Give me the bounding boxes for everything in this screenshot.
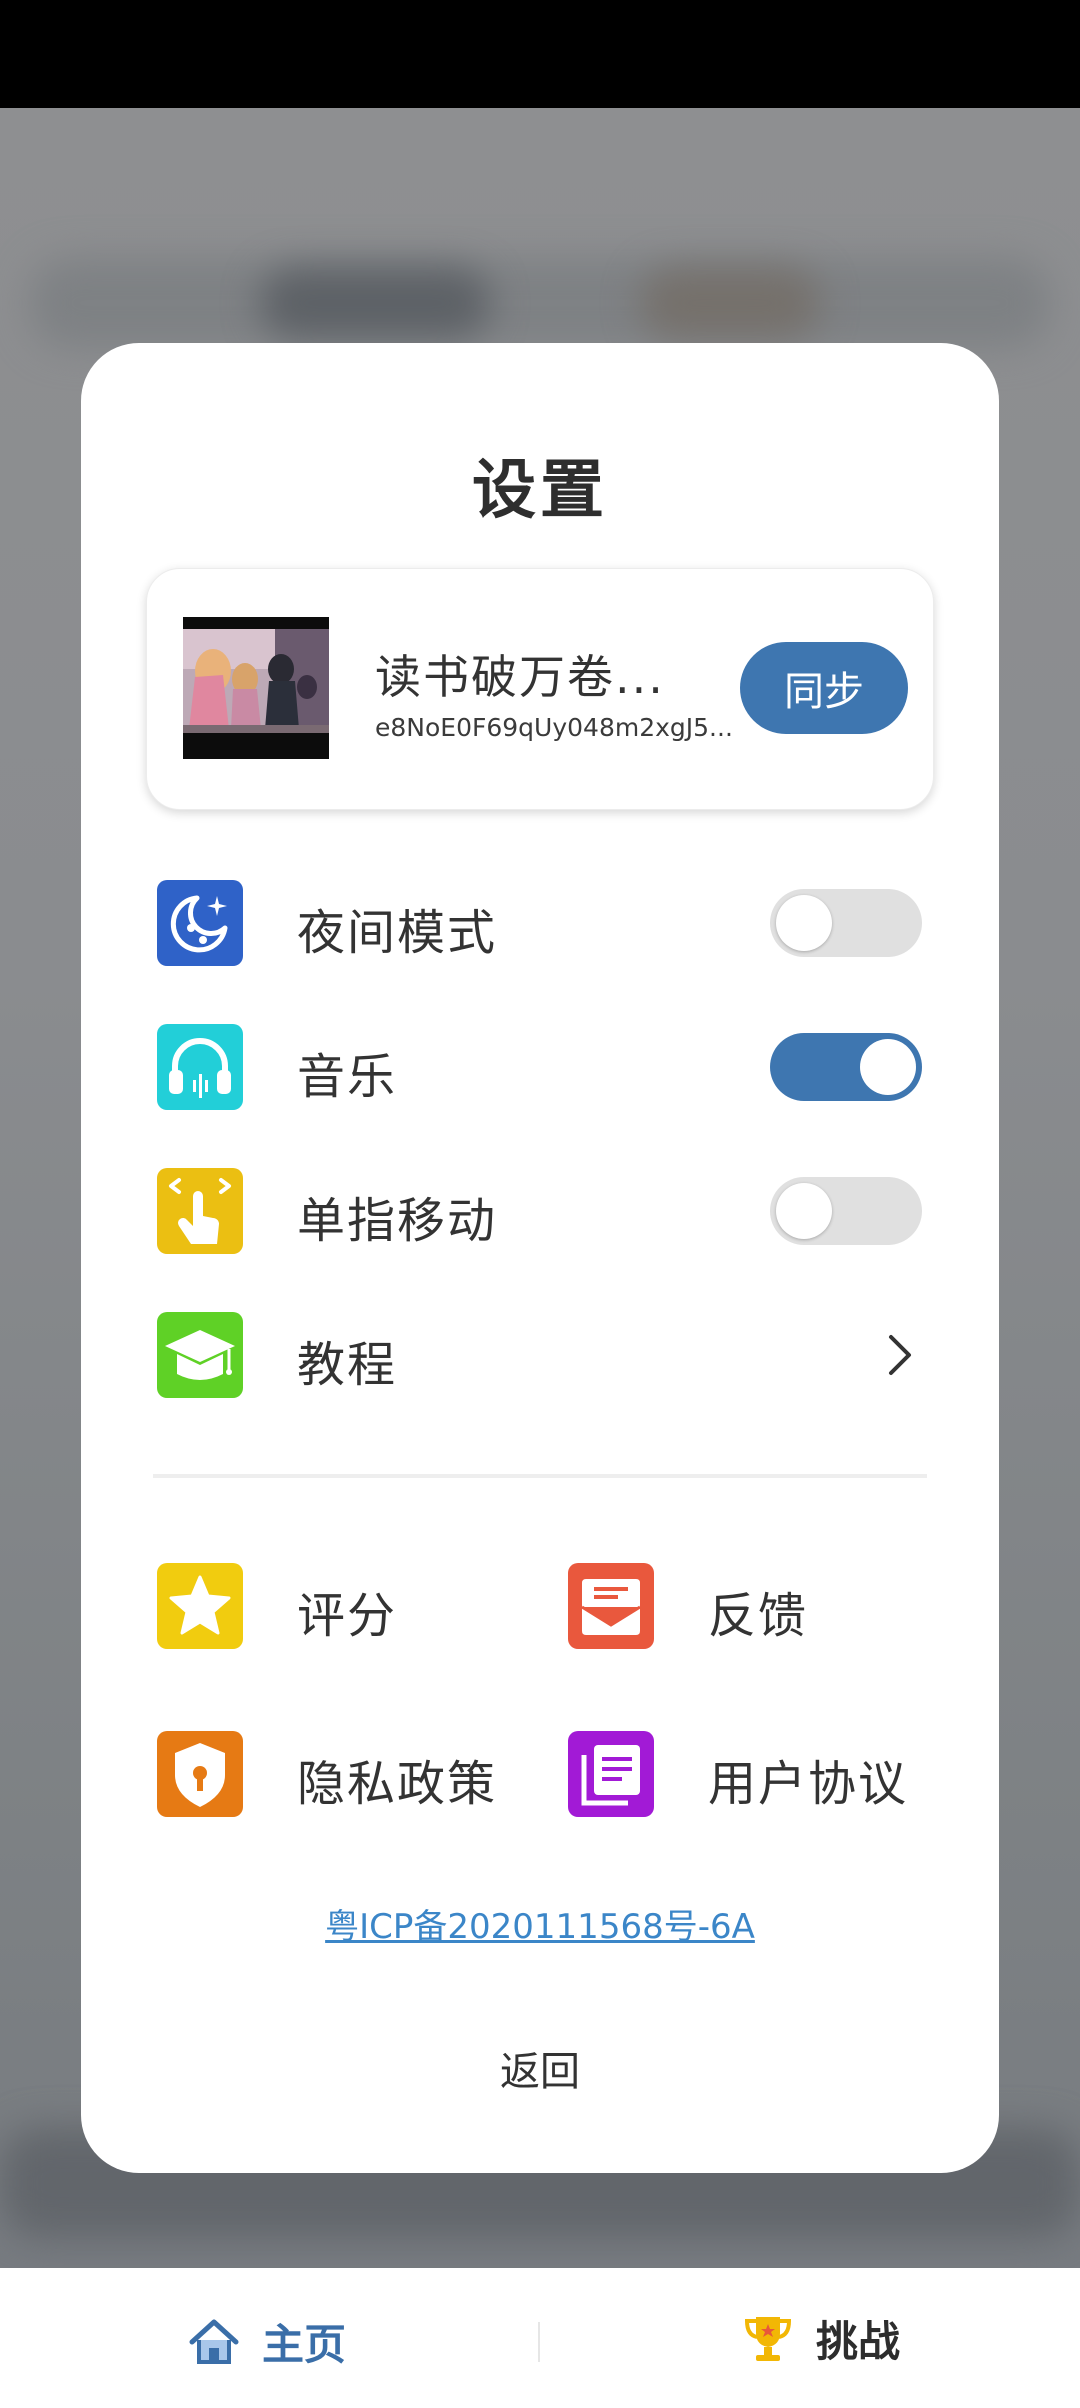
setting-row-tutorial[interactable]: 教程 [81, 1307, 999, 1407]
section-divider [153, 1474, 927, 1478]
user-agreement-label: 用户协议 [708, 1756, 909, 1812]
shield-lock-icon [157, 1731, 243, 1817]
headphones-icon [157, 1024, 243, 1110]
music-toggle[interactable] [770, 1033, 922, 1101]
setting-row-night-mode[interactable]: 夜间模式 [81, 875, 999, 975]
avatar[interactable] [183, 617, 329, 759]
settings-dialog: 设置 读书破万卷... e8NoE0F69qUy048m2xgJ5... 同步 [81, 343, 999, 2173]
trophy-icon [744, 2316, 792, 2361]
nav-home[interactable]: 主页 [188, 2311, 346, 2372]
privacy-policy-button[interactable]: 隐私政策 [157, 1726, 557, 1826]
profile-user-id: e8NoE0F69qUy048m2xgJ5... [375, 713, 733, 742]
chevron-right-icon [889, 1335, 911, 1375]
setting-row-music[interactable]: 音乐 [81, 1019, 999, 1119]
star-icon [157, 1563, 243, 1649]
envelope-chat-icon [568, 1563, 654, 1649]
user-agreement-button[interactable]: 用户协议 [568, 1726, 968, 1826]
setting-label-single-finger: 单指移动 [297, 1193, 498, 1249]
rate-label: 评分 [297, 1588, 398, 1644]
nav-challenge-label: 挑战 [816, 2317, 901, 2366]
nav-challenge[interactable]: 挑战 [742, 2308, 900, 2369]
setting-row-single-finger[interactable]: 单指移动 [81, 1163, 999, 1263]
home-icon [189, 2319, 239, 2364]
profile-card: 读书破万卷... e8NoE0F69qUy048m2xgJ5... 同步 [146, 568, 934, 810]
setting-label-night-mode: 夜间模式 [297, 905, 498, 961]
single-finger-toggle[interactable] [770, 1177, 922, 1245]
feedback-button[interactable]: 反馈 [568, 1558, 968, 1658]
setting-label-tutorial: 教程 [297, 1337, 398, 1393]
nav-home-label: 主页 [262, 2320, 347, 2369]
bottom-navigation: 主页 挑战 [0, 2268, 1080, 2408]
privacy-policy-label: 隐私政策 [297, 1756, 498, 1812]
swipe-hand-icon [157, 1168, 243, 1254]
rate-button[interactable]: 评分 [157, 1558, 557, 1658]
nav-divider [538, 2322, 540, 2362]
back-button[interactable]: 返回 [81, 2039, 999, 2097]
profile-name: 读书破万卷... [375, 650, 665, 704]
status-bar [0, 0, 1080, 108]
graduation-cap-icon [157, 1312, 243, 1398]
moon-stars-icon [157, 880, 243, 966]
document-list-icon [568, 1731, 654, 1817]
night-mode-toggle[interactable] [770, 889, 922, 957]
feedback-label: 反馈 [708, 1588, 809, 1644]
dialog-title: 设置 [472, 454, 608, 528]
sync-button[interactable]: 同步 [740, 642, 908, 734]
icp-link[interactable]: 粤ICP备2020111568号-6A [81, 1899, 999, 1948]
setting-label-music: 音乐 [297, 1049, 398, 1105]
